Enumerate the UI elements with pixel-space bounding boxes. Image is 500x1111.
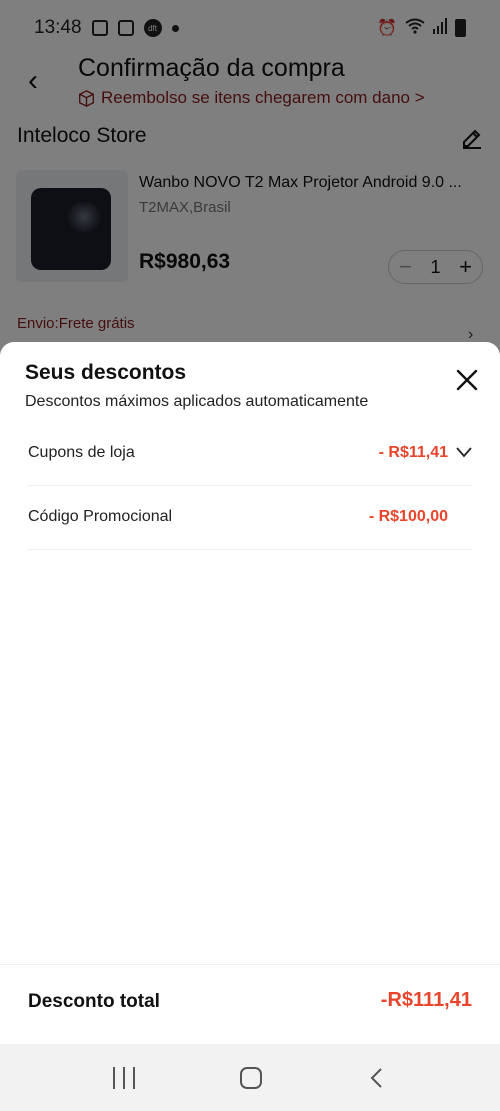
store-coupons-row[interactable]: Cupons de loja - R$11,41 xyxy=(28,422,472,486)
system-nav-bar xyxy=(0,1044,500,1111)
sheet-subtitle: Descontos máximos aplicados automaticame… xyxy=(25,393,369,410)
discounts-sheet: Seus descontos Descontos máximos aplicad… xyxy=(0,342,500,1044)
store-coupons-label: Cupons de loja xyxy=(28,444,135,461)
recent-apps-icon[interactable] xyxy=(112,1066,135,1089)
total-discount-bar: Desconto total -R$111,41 xyxy=(0,964,500,1044)
home-icon[interactable] xyxy=(239,1066,262,1089)
promo-code-label: Código Promocional xyxy=(28,508,173,525)
chevron-down-icon[interactable] xyxy=(456,446,472,458)
close-icon[interactable] xyxy=(456,369,478,391)
total-discount-label: Desconto total xyxy=(28,991,160,1012)
promo-code-row[interactable]: Código Promocional - R$100,00 xyxy=(28,486,472,550)
sheet-title: Seus descontos xyxy=(25,361,187,384)
total-discount-value: -R$111,41 xyxy=(380,989,472,1011)
promo-code-value: - R$100,00 xyxy=(368,508,448,525)
nav-back-icon[interactable] xyxy=(367,1067,387,1089)
store-coupons-value: - R$11,41 xyxy=(378,444,448,461)
